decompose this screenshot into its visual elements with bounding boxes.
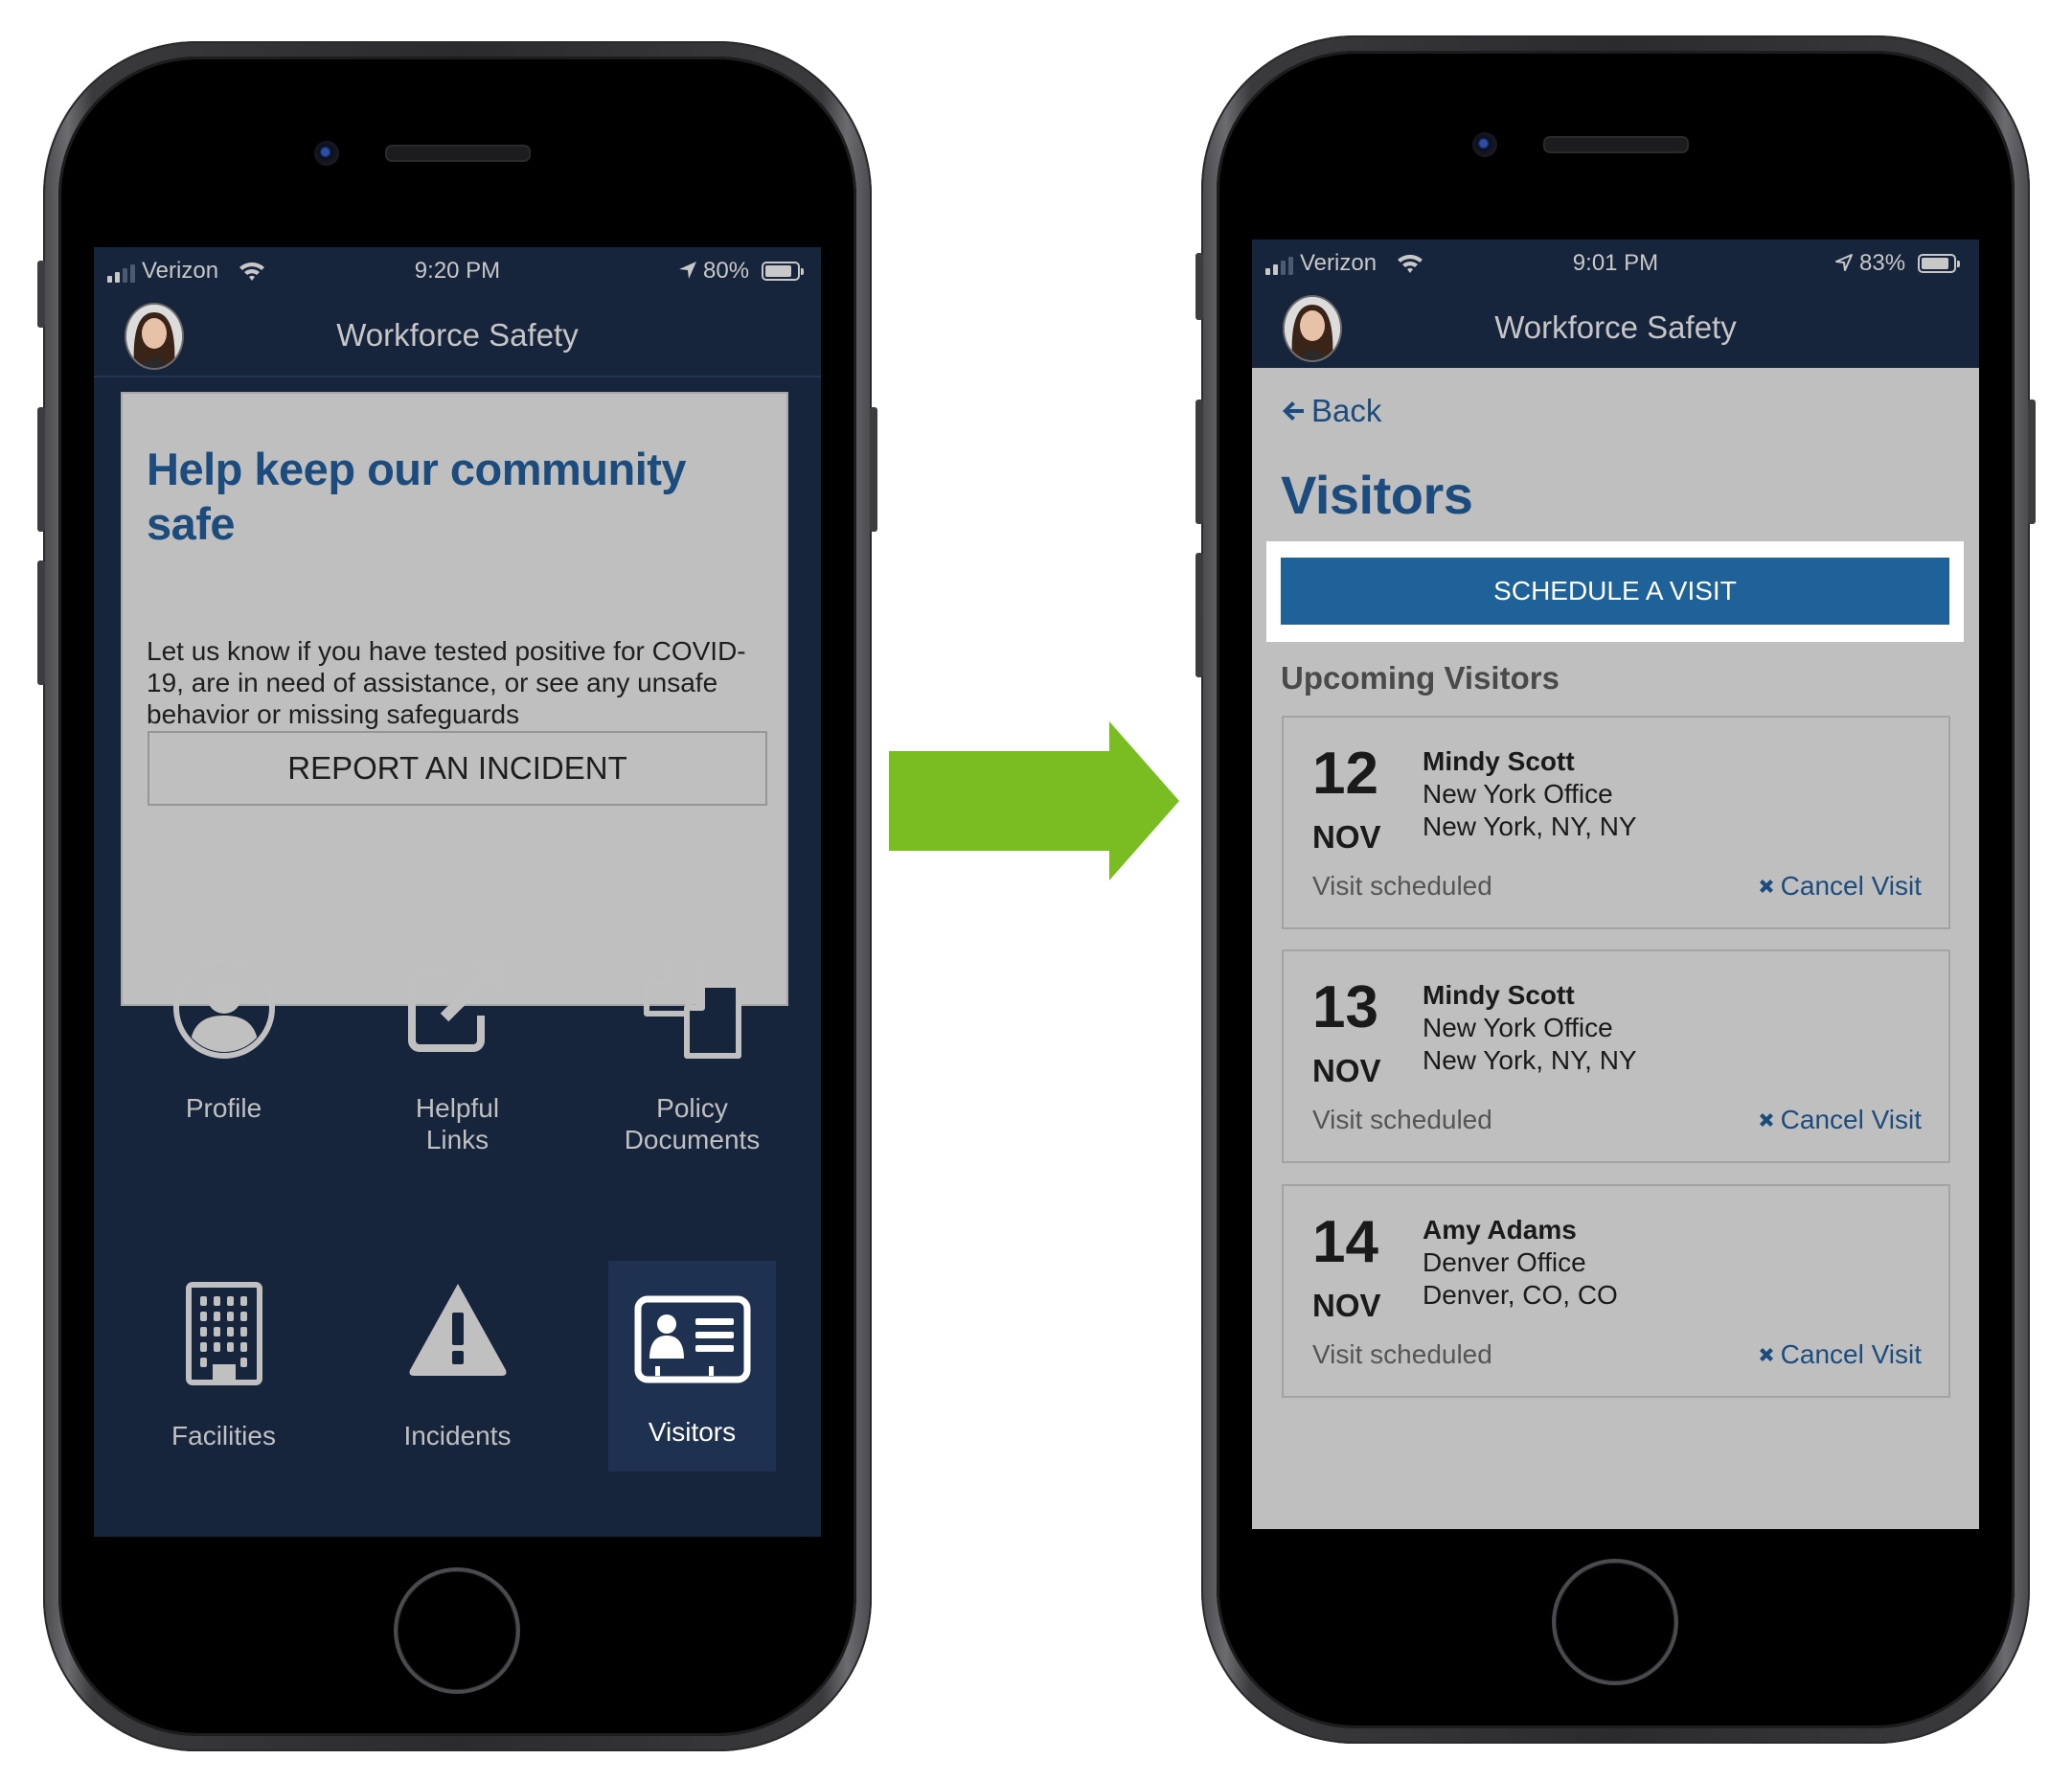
right-phone-volume-down (1195, 553, 1203, 677)
battery-percent: 83% (1859, 250, 1906, 276)
tile-label: Profile (185, 1093, 262, 1123)
left-phone-home-button[interactable] (394, 1567, 520, 1694)
visit-office: New York Office (1423, 779, 1613, 809)
schedule-highlight: SCHEDULE A VISIT (1266, 541, 1964, 642)
left-phone-power-button (870, 407, 877, 532)
status-bar: Verizon 9:01 PM 83% (1252, 240, 1979, 289)
close-icon (1759, 880, 1773, 893)
tile-label: Helpful Links (415, 1093, 500, 1154)
left-phone-mute-switch (37, 261, 45, 328)
visit-card: 14 NOV Amy Adams Denver Office Denver, C… (1282, 1184, 1950, 1398)
tile-incidents[interactable]: Incidents (374, 1261, 541, 1472)
cancel-visit-button[interactable]: Cancel Visit (1758, 1339, 1922, 1370)
right-phone-mute-switch (1195, 253, 1203, 320)
visit-status: Visit scheduled (1312, 1339, 1492, 1369)
arrow-right-icon (889, 721, 1179, 880)
report-incident-button[interactable]: REPORT AN INCIDENT (148, 731, 767, 806)
tile-label: Visitors (648, 1417, 737, 1447)
left-phone-camera (314, 141, 339, 166)
left-phone-volume-up (37, 407, 45, 532)
tile-label: Policy Documents (624, 1093, 761, 1154)
tile-policy-documents[interactable]: Policy Documents (608, 937, 776, 1154)
visit-month: NOV (1312, 1288, 1381, 1323)
app-header: Workforce Safety (1252, 289, 1979, 368)
visit-month: NOV (1312, 1053, 1381, 1088)
promo-headline: Help keep our community safe (147, 444, 687, 549)
visitor-name: Mindy Scott (1423, 746, 1575, 776)
visit-office: Denver Office (1423, 1247, 1586, 1277)
tile-facilities[interactable]: Facilities (140, 1261, 307, 1472)
battery-icon (1918, 254, 1960, 273)
visit-status: Visit scheduled (1312, 1105, 1492, 1134)
id-card-icon (634, 1295, 750, 1383)
right-phone-speaker (1543, 136, 1689, 153)
arrow-left-icon (1283, 401, 1304, 421)
upcoming-visitors-heading: Upcoming Visitors (1281, 660, 1560, 696)
visit-status: Visit scheduled (1312, 871, 1492, 901)
incident-promo-card: Help keep our community safe Let us know… (121, 392, 788, 1006)
tile-label: Incidents (403, 1421, 512, 1451)
visit-office: New York Office (1423, 1013, 1613, 1042)
cancel-visit-button[interactable]: Cancel Visit (1758, 871, 1922, 902)
location-arrow-filled-icon (679, 262, 696, 279)
app-header: Workforce Safety (94, 297, 821, 377)
cancel-visit-label: Cancel Visit (1780, 871, 1922, 901)
page-title: Visitors (1281, 465, 1473, 525)
visit-day: 13 (1312, 974, 1378, 1040)
visit-day: 14 (1312, 1209, 1378, 1275)
app-title: Workforce Safety (336, 317, 579, 353)
visit-address: New York, NY, NY (1423, 1045, 1637, 1075)
tile-label: Facilities (171, 1421, 276, 1451)
back-link[interactable]: Back (1281, 393, 1381, 429)
visitors-page: Back Visitors SCHEDULE A VISIT Upcoming … (1252, 368, 1979, 1529)
battery-icon (762, 262, 804, 281)
documents-icon (643, 957, 741, 1059)
close-icon (1759, 1113, 1773, 1127)
visit-card: 12 NOV Mindy Scott New York Office New Y… (1282, 716, 1950, 929)
promo-body: Let us know if you have tested positive … (147, 636, 746, 729)
warning-triangle-icon (409, 1284, 506, 1376)
cancel-visit-button[interactable]: Cancel Visit (1758, 1105, 1922, 1135)
status-bar: Verizon 9:20 PM 80% (94, 247, 821, 297)
cancel-visit-label: Cancel Visit (1780, 1339, 1922, 1369)
app-title: Workforce Safety (1494, 309, 1737, 345)
visitor-name: Amy Adams (1423, 1215, 1577, 1245)
right-phone-power-button (2028, 400, 2036, 524)
building-icon (185, 1282, 262, 1385)
left-screen: Verizon 9:20 PM 80% Workforce Safety Hel… (94, 247, 821, 1537)
back-label: Back (1311, 393, 1382, 428)
location-arrow-outline-icon (1835, 254, 1853, 271)
battery-percent: 80% (703, 258, 750, 284)
tile-helpful-links[interactable]: Helpful Links (374, 937, 541, 1154)
right-screen: Verizon 9:01 PM 83% Workforce Safety Bac… (1252, 240, 1979, 1529)
visit-day: 12 (1312, 741, 1378, 807)
visit-address: New York, NY, NY (1423, 811, 1637, 841)
left-phone-speaker (385, 145, 531, 162)
cancel-visit-label: Cancel Visit (1780, 1105, 1922, 1134)
right-phone-home-button[interactable] (1552, 1559, 1678, 1685)
right-phone-volume-up (1195, 400, 1203, 524)
external-link-icon (407, 962, 506, 1052)
right-phone-camera (1472, 132, 1497, 157)
tile-profile[interactable]: Profile (140, 937, 307, 1138)
schedule-visit-button[interactable]: SCHEDULE A VISIT (1281, 558, 1949, 625)
visit-card: 13 NOV Mindy Scott New York Office New Y… (1282, 949, 1950, 1163)
visit-month: NOV (1312, 819, 1381, 855)
visit-address: Denver, CO, CO (1423, 1280, 1618, 1310)
user-circle-icon (172, 957, 275, 1059)
close-icon (1759, 1348, 1773, 1361)
left-phone-volume-down (37, 560, 45, 685)
visitor-name: Mindy Scott (1423, 980, 1575, 1010)
tile-visitors[interactable]: Visitors (608, 1261, 776, 1472)
